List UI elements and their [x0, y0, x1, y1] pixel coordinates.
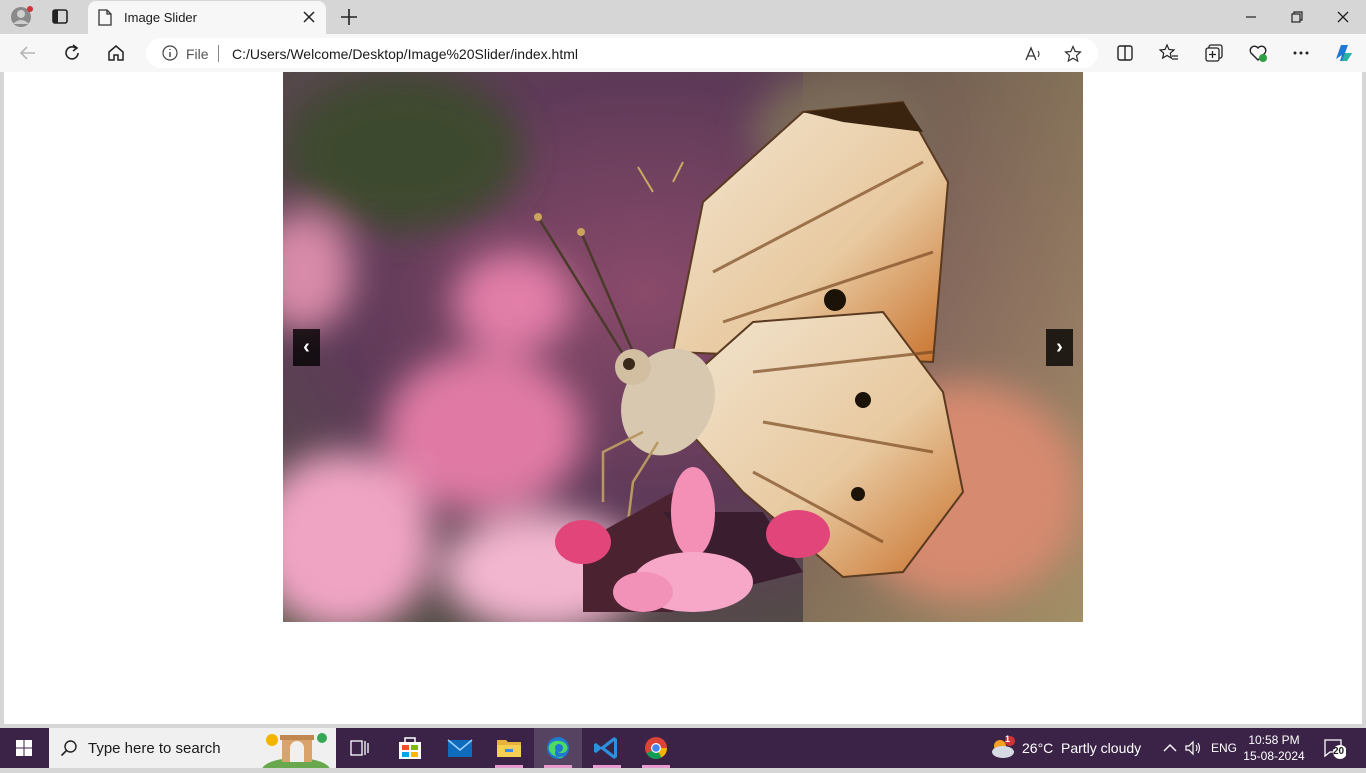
favorites-icon[interactable] — [1158, 43, 1179, 63]
weather-description[interactable]: Partly cloudy — [1061, 740, 1141, 756]
browser-toolbar: File C:/Users/Welcome/Desktop/Image%20Sl… — [0, 34, 1366, 72]
search-icon — [60, 739, 78, 762]
volume-icon[interactable] — [1184, 739, 1202, 762]
tab-image-slider[interactable]: Image Slider — [88, 1, 326, 34]
minimize-icon[interactable] — [1240, 6, 1262, 28]
search-placeholder: Type here to search — [88, 740, 221, 757]
clock-date: 15-08-2024 — [1243, 749, 1305, 763]
edge-browser-icon[interactable] — [534, 728, 582, 768]
file-explorer-icon[interactable] — [485, 728, 533, 768]
start-button[interactable] — [0, 728, 48, 768]
close-tab-icon[interactable] — [302, 10, 316, 24]
address-bar[interactable]: File C:/Users/Welcome/Desktop/Image%20Sl… — [146, 38, 1098, 68]
task-view-icon[interactable] — [336, 728, 384, 768]
taskbar-search-box[interactable]: Type here to search — [49, 728, 336, 773]
tab-title: Image Slider — [124, 10, 197, 25]
page-viewport: ‹ › — [4, 72, 1362, 724]
search-highlight-illustration-icon — [262, 730, 332, 773]
weather-temperature[interactable]: 26°C — [1022, 740, 1053, 756]
tab-strip: Image Slider — [0, 0, 1366, 34]
info-icon[interactable] — [162, 45, 178, 66]
next-slide-button[interactable]: › — [1046, 329, 1073, 366]
microsoft-store-icon[interactable] — [386, 728, 434, 768]
chrome-icon[interactable] — [632, 728, 680, 768]
back-arrow-icon[interactable] — [17, 42, 39, 64]
prev-slide-button[interactable]: ‹ — [293, 329, 320, 366]
favorite-star-icon[interactable] — [1064, 45, 1082, 63]
image-slider: ‹ › — [283, 72, 1083, 622]
refresh-icon[interactable] — [61, 42, 83, 64]
more-options-icon[interactable] — [1291, 43, 1311, 63]
restore-icon[interactable] — [1286, 6, 1308, 28]
read-aloud-icon[interactable] — [1024, 45, 1042, 63]
chevron-up-icon[interactable] — [1162, 740, 1178, 761]
windows-taskbar: Type here to search 1 26°C Partly cloudy… — [0, 728, 1366, 773]
profile-avatar-icon[interactable] — [9, 6, 33, 28]
collections-icon[interactable] — [1204, 43, 1224, 63]
weather-icon[interactable] — [989, 736, 1017, 765]
home-icon[interactable] — [105, 42, 127, 64]
page-icon — [98, 9, 112, 31]
mail-icon[interactable] — [436, 728, 484, 768]
clock[interactable]: 10:58 PM 15-08-2024 — [1242, 732, 1306, 764]
copilot-icon[interactable] — [1332, 41, 1356, 65]
notification-count-badge: 20 — [1333, 746, 1345, 757]
address-divider — [218, 45, 219, 62]
tab-actions-icon[interactable] — [47, 6, 73, 28]
vscode-icon[interactable] — [583, 728, 631, 768]
weather-alert-badge: 1 — [1005, 734, 1011, 744]
address-scheme-label: File — [186, 46, 209, 62]
clock-time: 10:58 PM — [1248, 733, 1300, 747]
browser-essentials-icon[interactable] — [1248, 43, 1268, 63]
butterfly-slide-image — [283, 72, 1083, 622]
split-screen-icon[interactable] — [1115, 43, 1135, 63]
close-window-icon[interactable] — [1332, 6, 1354, 28]
new-tab-icon[interactable] — [338, 6, 360, 28]
address-url[interactable]: C:/Users/Welcome/Desktop/Image%20Slider/… — [232, 46, 578, 62]
language-indicator[interactable]: ENG — [1211, 741, 1237, 755]
